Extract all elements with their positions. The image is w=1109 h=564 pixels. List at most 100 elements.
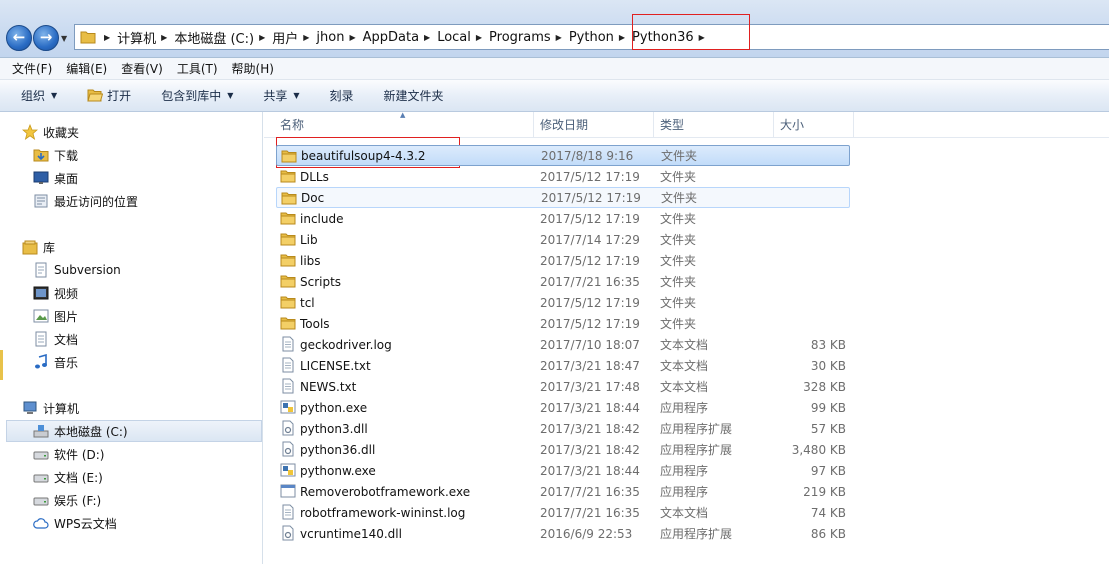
- breadcrumb-item[interactable]: AppData: [363, 30, 419, 45]
- file-name: NEWS.txt: [300, 379, 357, 394]
- file-row[interactable]: Removerobotframework.exe 2017/7/21 16:35 应…: [276, 481, 850, 502]
- file-type: 文件夹: [660, 254, 697, 268]
- nav-item-desktop[interactable]: 桌面: [33, 167, 78, 189]
- address-input[interactable]: ▶ 计算机 ▶ 本地磁盘 (C:) ▶ 用户 ▶ jhon ▶ AppData ▶ Local ▶ Pro…: [74, 24, 1109, 50]
- application-icon: [280, 484, 296, 498]
- nav-item-library-4[interactable]: 音乐: [33, 351, 78, 373]
- breadcrumb-item[interactable]: jhon: [316, 30, 344, 45]
- share-button[interactable]: 共享 ▼: [263, 87, 299, 104]
- breadcrumb-separator-icon[interactable]: ▶: [619, 33, 625, 42]
- organize-button[interactable]: 组织 ▼: [21, 87, 57, 104]
- breadcrumb-separator-icon[interactable]: ▶: [476, 33, 482, 42]
- nav-item-library-1[interactable]: 视频: [33, 282, 78, 304]
- nav-label: 音乐: [54, 355, 79, 370]
- file-row[interactable]: Doc 2017/5/12 17:19 文件夹: [276, 187, 850, 208]
- file-modified-date: 2017/7/14 17:29: [540, 232, 640, 247]
- nav-item-drive-3[interactable]: 娱乐 (F:): [33, 489, 101, 511]
- text-file-icon: [282, 357, 294, 373]
- breadcrumb-separator-icon[interactable]: ▶: [303, 33, 309, 42]
- nav-item-recent-places[interactable]: 最近访问的位置: [33, 190, 138, 212]
- nav-item-library-2[interactable]: 图片: [33, 305, 78, 327]
- file-row[interactable]: libs 2017/5/12 17:19 文件夹: [276, 250, 850, 271]
- new-folder-button[interactable]: 新建文件夹: [384, 87, 444, 104]
- nav-item-drive-1[interactable]: 软件 (D:): [33, 443, 104, 465]
- breadcrumb-separator-icon[interactable]: ▶: [424, 33, 430, 42]
- nav-group-favorites[interactable]: 收藏夹: [22, 121, 79, 143]
- nav-item-drive-4[interactable]: WPS云文档: [33, 512, 117, 534]
- file-name: beautifulsoup4-4.3.2: [301, 148, 426, 163]
- file-row[interactable]: geckodriver.log 2017/7/10 18:07 文本文档 83 KB: [276, 334, 850, 355]
- file-name: python.exe: [300, 400, 368, 415]
- file-type: 文本文档: [660, 506, 709, 520]
- menu-item[interactable]: 帮助(H): [232, 60, 274, 77]
- breadcrumb-item[interactable]: 计算机: [117, 28, 156, 47]
- file-type: 文本文档: [660, 359, 709, 373]
- command-bar: 组织 ▼ 打开 包含到库中 ▼ 共享 ▼ 刻录 新建文件夹: [0, 80, 1109, 112]
- nav-item-library-3[interactable]: 文档: [33, 328, 78, 350]
- breadcrumb-item[interactable]: Local: [437, 30, 471, 45]
- file-row[interactable]: pythonw.exe 2017/3/21 18:44 应用程序 97 KB: [276, 460, 850, 481]
- file-row[interactable]: beautifulsoup4-4.3.2 2017/8/18 9:16 文件夹: [276, 145, 850, 166]
- menu-item[interactable]: 文件(F): [12, 60, 52, 77]
- file-row[interactable]: Tools 2017/5/12 17:19 文件夹: [276, 313, 850, 334]
- file-modified-date: 2017/5/12 17:19: [540, 169, 640, 184]
- menu-item[interactable]: 工具(T): [177, 60, 218, 77]
- file-row[interactable]: python3.dll 2017/3/21 18:42 应用程序扩展 57 KB: [276, 418, 850, 439]
- breadcrumb-separator-icon[interactable]: ▶: [104, 33, 110, 42]
- nav-label: 视频: [54, 286, 79, 301]
- file-row[interactable]: tcl 2017/5/12 17:19 文件夹: [276, 292, 850, 313]
- file-modified-date: 2017/3/21 18:47: [540, 358, 640, 373]
- file-type: 文件夹: [661, 149, 698, 163]
- file-size: 3,480 KB: [791, 442, 846, 457]
- nav-item-drive-0[interactable]: 本地磁盘 (C:): [33, 420, 128, 442]
- column-header-bar: 名称 ▲ 修改日期 类型 大小: [264, 111, 1109, 138]
- menu-item[interactable]: 编辑(E): [66, 60, 107, 77]
- nav-item-drive-2[interactable]: 文档 (E:): [33, 466, 103, 488]
- file-row[interactable]: Lib 2017/7/14 17:29 文件夹: [276, 229, 850, 250]
- nav-label: WPS云文档: [54, 516, 117, 531]
- file-row[interactable]: DLLs 2017/5/12 17:19 文件夹: [276, 166, 850, 187]
- file-type: 应用程序: [660, 401, 709, 415]
- breadcrumb-separator-icon[interactable]: ▶: [161, 33, 167, 42]
- recent-pages-dropdown-icon[interactable]: ▼: [61, 34, 70, 43]
- file-type: 文件夹: [660, 233, 697, 247]
- drive-icon: [33, 474, 49, 483]
- column-header-date[interactable]: 修改日期: [534, 112, 654, 138]
- nav-label: 计算机: [43, 401, 80, 416]
- folder-icon: [281, 192, 297, 205]
- column-header-size[interactable]: 大小: [774, 112, 854, 138]
- include-in-library-button[interactable]: 包含到库中 ▼: [161, 87, 233, 104]
- breadcrumb-separator-icon[interactable]: ▶: [349, 33, 355, 42]
- file-modified-date: 2017/5/12 17:19: [540, 316, 640, 331]
- drive-icon: [33, 497, 49, 506]
- breadcrumb-item[interactable]: Programs: [489, 30, 551, 45]
- back-arrow-icon[interactable]: ←: [6, 25, 32, 51]
- breadcrumb-item[interactable]: 用户: [272, 28, 298, 47]
- nav-label: 本地磁盘 (C:): [54, 424, 128, 439]
- nav-group-libraries[interactable]: 库: [22, 236, 55, 258]
- breadcrumb-item[interactable]: Python: [569, 30, 614, 45]
- breadcrumb-separator-icon[interactable]: ▶: [259, 33, 265, 42]
- breadcrumb-item[interactable]: 本地磁盘 (C:): [174, 28, 254, 47]
- file-row[interactable]: robotframework-wininst.log 2017/7/21 16:3…: [276, 502, 850, 523]
- organize-label: 组织: [21, 89, 46, 103]
- file-row[interactable]: Scripts 2017/7/21 16:35 文件夹: [276, 271, 850, 292]
- file-row[interactable]: include 2017/5/12 17:19 文件夹: [276, 208, 850, 229]
- file-row[interactable]: python36.dll 2017/3/21 18:42 应用程序扩展 3,480 K…: [276, 439, 850, 460]
- nav-item-library-0[interactable]: Subversion: [33, 259, 121, 281]
- column-header-type[interactable]: 类型: [654, 112, 774, 138]
- text-file-icon: [282, 504, 294, 520]
- breadcrumb-separator-icon[interactable]: ▶: [556, 33, 562, 42]
- file-row[interactable]: LICENSE.txt 2017/3/21 18:47 文本文档 30 KB: [276, 355, 850, 376]
- file-name: DLLs: [300, 169, 329, 184]
- open-button[interactable]: 打开: [87, 87, 131, 104]
- nav-group-computer[interactable]: 计算机: [22, 397, 79, 419]
- file-row[interactable]: python.exe 2017/3/21 18:44 应用程序 99 KB: [276, 397, 850, 418]
- nav-item-downloads[interactable]: 下载: [33, 144, 78, 166]
- file-row[interactable]: vcruntime140.dll 2016/6/9 22:53 应用程序扩展 86 K…: [276, 523, 850, 544]
- menu-item[interactable]: 查看(V): [121, 60, 163, 77]
- file-row[interactable]: NEWS.txt 2017/3/21 17:48 文本文档 328 KB: [276, 376, 850, 397]
- file-name: LICENSE.txt: [300, 358, 371, 373]
- forward-arrow-icon[interactable]: →: [33, 25, 59, 51]
- burn-button[interactable]: 刻录: [330, 87, 354, 104]
